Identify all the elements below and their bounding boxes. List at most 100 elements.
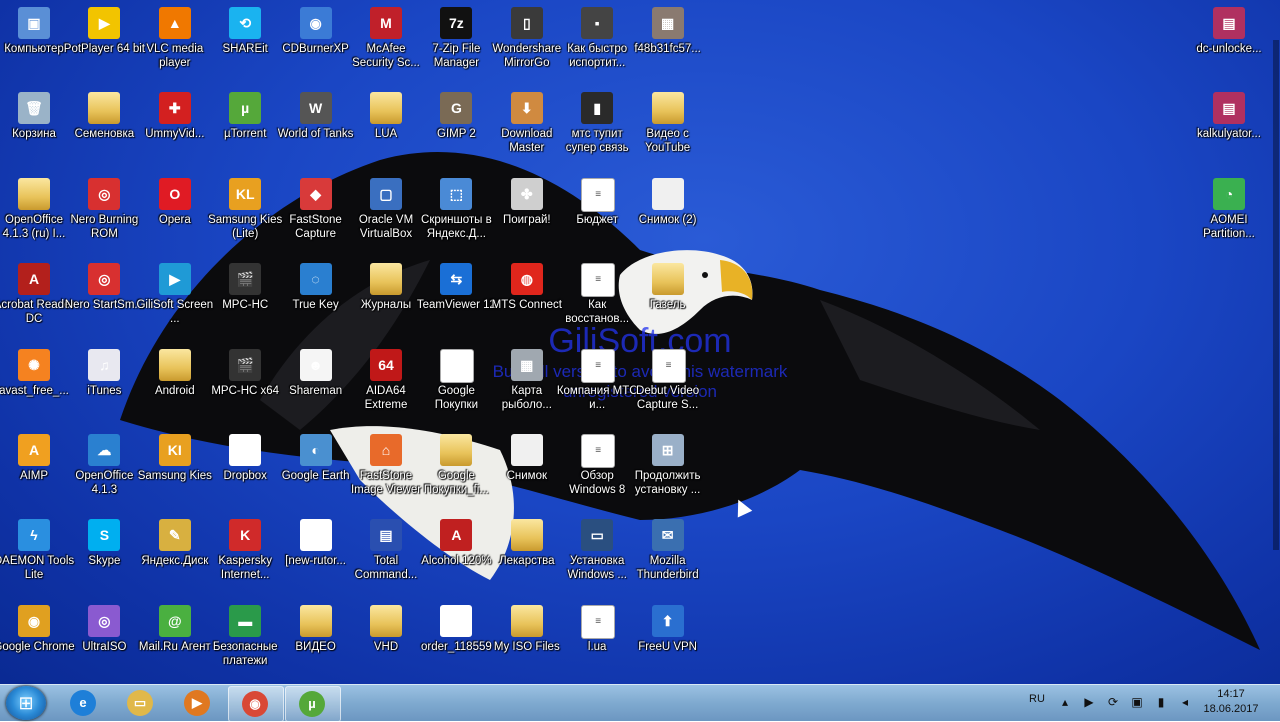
desktop-icon[interactable]: ▶ GiliSoft Screen ... <box>136 260 213 340</box>
desktop-icon[interactable]: Видео с YouTube <box>633 89 703 169</box>
desktop-icon[interactable]: My ISO Files <box>492 602 562 682</box>
chrome-taskbar-button[interactable]: ◉ <box>228 686 284 722</box>
desktop-icon[interactable]: ◎ Nero Burning ROM <box>69 175 139 255</box>
desktop-icon[interactable]: ◉ CDBurnerXP <box>281 4 351 84</box>
desktop-icon[interactable]: ◌ True Key <box>281 260 351 340</box>
desktop-icon[interactable]: ≡ Компания МТС и... <box>557 346 638 426</box>
arrow-up-icon[interactable]: ▴ <box>1058 695 1072 709</box>
desktop-icon[interactable]: ▪ Как быстро испортит... <box>562 4 632 84</box>
desktop-icon[interactable]: ▦ f48b31fc57... <box>633 4 703 84</box>
desktop-icon[interactable]: K Kaspersky Internet... <box>210 516 280 596</box>
utorrent-taskbar-button[interactable]: µ <box>285 686 341 722</box>
desktop-icon[interactable]: ◎ Nero StartSm... <box>65 260 144 340</box>
desktop-icon[interactable]: 7z 7-Zip File Manager <box>421 4 491 84</box>
desktop-icon[interactable]: Google Покупки <box>421 346 491 426</box>
desktop-icon[interactable]: Android <box>140 346 210 426</box>
desktop-icon[interactable]: ≡ Обзор Windows 8 <box>562 431 632 511</box>
desktop-icon[interactable]: Снимок (2) <box>633 175 703 255</box>
desktop[interactable]: GiliSoft.com Buy full version to avoid t… <box>0 0 1280 684</box>
desktop-icon[interactable]: S Skype <box>69 516 139 596</box>
desktop-icon[interactable]: LUA <box>351 89 421 169</box>
desktop-icon[interactable]: 64 AIDA64 Extreme <box>351 346 421 426</box>
desktop-icon[interactable]: ▮ мтс тупит супер связь <box>562 89 632 169</box>
desktop-icon[interactable]: Журналы <box>351 260 421 340</box>
media-player-taskbar-button[interactable]: ▶ <box>171 686 225 720</box>
desktop-icon[interactable]: VHD <box>351 602 421 682</box>
desktop-icon[interactable]: ▲ VLC media player <box>140 4 210 84</box>
camera-icon[interactable]: ▶ <box>1082 695 1096 709</box>
desktop-icon[interactable]: ◐ Google Earth <box>281 431 351 511</box>
desktop-icon[interactable]: ▶ PotPlayer 64 bit <box>64 4 145 84</box>
desktop-icon[interactable]: ⬇ Download Master <box>492 89 562 169</box>
desktop-icon[interactable]: G GIMP 2 <box>421 89 491 169</box>
desktop-icon[interactable]: ВИДЕО <box>281 602 351 682</box>
screenshot-icon: ⬚ <box>440 177 473 210</box>
desktop-icon[interactable]: ≡ Как восстанов... <box>562 260 632 340</box>
desktop-icon[interactable]: 🗑 Корзина <box>0 89 69 169</box>
desktop-icon[interactable]: OpenOffice 4.1.3 (ru) I... <box>0 175 69 255</box>
desktop-icon[interactable]: ▢ Oracle VM VirtualBox <box>351 175 421 255</box>
network-sync-icon[interactable]: ⟳ <box>1106 695 1120 709</box>
desktop-icon[interactable]: M McAfee Security Sc... <box>351 4 421 84</box>
desktop-icon[interactable]: 🎬 MPC-HC <box>210 260 280 340</box>
desktop-icon[interactable]: ▤ Total Command... <box>351 516 421 596</box>
desktop-icon[interactable]: ▯ Wondershare MirrorGo <box>492 4 562 84</box>
desktop-icon[interactable]: ◍ MTS Connect <box>492 260 562 340</box>
desktop-icon[interactable]: Семеновка <box>69 89 139 169</box>
desktop-icon[interactable]: µ µTorrent <box>210 89 280 169</box>
desktop-icon[interactable]: ⬆ FreeU VPN <box>633 602 703 682</box>
desktop-icon[interactable]: ☁ OpenOffice 4.1.3 <box>69 431 139 511</box>
desktop-icon[interactable]: ◉ Google Chrome <box>0 602 75 682</box>
signal-icon[interactable]: ▮ <box>1154 695 1168 709</box>
desktop-icon[interactable]: W World of Tanks <box>278 89 353 169</box>
desktop-icon[interactable]: ▬ Безопасные платежи <box>210 602 280 682</box>
desktop-icon[interactable]: ⇆ TeamViewer 12 <box>417 260 496 340</box>
desktop-icon[interactable]: ⟲ SHAREit <box>210 4 280 84</box>
desktop-icon[interactable]: ✺ avast_free_... <box>0 346 69 426</box>
start-button[interactable]: ⊞ <box>6 686 46 720</box>
desktop-icon[interactable]: ☻ Shareman <box>281 346 351 426</box>
desktop-icon[interactable]: O Opera <box>140 175 210 255</box>
desktop-icon[interactable]: ≡ Бюджет <box>562 175 632 255</box>
desktop-icon[interactable]: ✤ Поиграй! <box>492 175 562 255</box>
desktop-icon[interactable]: Лекарства <box>492 516 562 596</box>
desktop-icon[interactable]: KI Samsung Kies <box>138 431 212 511</box>
desktop-icon[interactable]: ϟ DAEMON Tools Lite <box>0 516 74 596</box>
desktop-icon[interactable]: ▦ Карта рыболо... <box>492 346 562 426</box>
icon-glyph: ♫ <box>99 356 110 373</box>
desktop-icon[interactable]: PDF order_118559 <box>421 602 492 682</box>
desktop-icon[interactable]: ▤ dc-unlocke... <box>1194 4 1264 84</box>
desktop-icon[interactable]: ≡ l.ua <box>562 602 632 682</box>
ie-taskbar-button[interactable]: e <box>57 686 111 720</box>
desktop-icon[interactable]: A AIMP <box>0 431 69 511</box>
desktop-icon[interactable]: ⊞ Продолжить установку ... <box>633 431 703 511</box>
desktop-icon[interactable]: 🎬 MPC-HC x64 <box>210 346 280 426</box>
desktop-icon[interactable]: KL Samsung Kies (Lite) <box>208 175 282 255</box>
desktop-icon[interactable]: Газель <box>633 260 703 340</box>
desktop-icon[interactable]: Google Покупки_fi... <box>421 431 491 511</box>
desktop-icon[interactable]: ◎ UltraISO <box>69 602 139 682</box>
desktop-icon[interactable]: ⬚ Скриншоты в Яндекс.Д... <box>421 175 492 255</box>
language-indicator[interactable]: RU <box>1029 693 1045 705</box>
clock[interactable]: 14:17 18.06.2017 <box>1198 687 1264 717</box>
desktop-icon[interactable]: ♫ iTunes <box>69 346 139 426</box>
usb-icon[interactable]: ▣ <box>1130 695 1144 709</box>
desktop-icon[interactable]: A Alcohol 120% <box>421 516 492 596</box>
desktop-icon[interactable]: ≡ Debut Video Capture S... <box>633 346 703 426</box>
volume-icon[interactable]: ◂ <box>1178 695 1192 709</box>
desktop-icon[interactable]: ✎ Яндекс.Диск <box>140 516 210 596</box>
desktop-icon[interactable]: ▭ Установка Windows ... <box>562 516 632 596</box>
desktop-icon[interactable]: Снимок <box>492 431 562 511</box>
desktop-icon[interactable]: @ Mail.Ru Агент <box>139 602 211 682</box>
desktop-icon[interactable]: ◔ AOMEI Partition... <box>1194 175 1264 255</box>
desktop-icon[interactable]: ⌂ FastStone Image Viewer <box>351 431 421 511</box>
desktop-icon[interactable]: ▣ Компьютер <box>0 4 69 84</box>
desktop-icon[interactable]: ◆ FastStone Capture <box>281 175 351 255</box>
desktop-icon[interactable]: ✉ Mozilla Thunderbird <box>633 516 703 596</box>
desktop-icon[interactable]: ▤ kalkulyator... <box>1194 89 1264 169</box>
desktop-icon[interactable]: ❖ Dropbox <box>210 431 280 511</box>
desktop-icon[interactable]: A Acrobat Reader DC <box>0 260 74 340</box>
desktop-icon[interactable]: ✚ UmmyVid... <box>140 89 210 169</box>
desktop-icon[interactable]: µ [new-rutor... <box>281 516 351 596</box>
explorer-taskbar-button[interactable]: ▭ <box>114 686 168 720</box>
